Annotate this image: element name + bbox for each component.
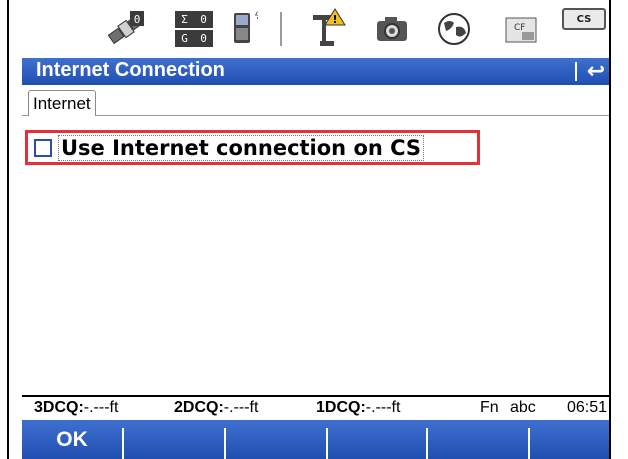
quality-info-bar: 3DCQ:-.---ft 2DCQ:-.---ft 1DCQ:-.---ft F… — [22, 395, 609, 420]
2d-quality-label: 2DCQ: — [174, 399, 224, 416]
glonass-row: G 0 — [175, 30, 213, 47]
sigma-row: Σ 0 — [175, 11, 213, 28]
right-border — [609, 0, 611, 459]
sigma-symbol: Σ — [181, 13, 188, 26]
softkey-bar: OK — [22, 420, 609, 459]
3d-quality-value: -.---ft — [83, 399, 119, 416]
2d-quality-value: -.---ft — [223, 399, 259, 416]
1d-quality-label: 1DCQ: — [316, 399, 366, 416]
1d-quality: 1DCQ:-.---ft — [316, 399, 400, 417]
tab-bar: Internet — [22, 85, 609, 116]
softkey-2[interactable] — [124, 420, 224, 459]
fn-indicator: Fn — [480, 399, 499, 416]
softkey-4[interactable] — [328, 420, 428, 459]
softkey-5[interactable] — [428, 420, 528, 459]
softkey-3[interactable] — [226, 420, 326, 459]
globe-icon[interactable] — [434, 6, 474, 52]
use-internet-checkbox[interactable] — [34, 138, 52, 157]
3d-quality-label: 3DCQ: — [34, 399, 84, 416]
cs-connection-icon[interactable]: CS — [562, 8, 606, 30]
back-arrow-icon[interactable]: ↩ — [584, 58, 608, 85]
camera-icon[interactable] — [372, 6, 412, 52]
sigma-count: 0 — [200, 13, 207, 26]
svg-text:!: ! — [332, 13, 337, 26]
use-internet-option[interactable]: Use Internet connection on CS — [25, 130, 480, 165]
left-border — [7, 0, 9, 459]
2d-quality: 2DCQ:-.---ft — [174, 399, 258, 417]
device-icon[interactable]: ϟ — [228, 6, 258, 52]
cf-card-icon[interactable]: CF — [502, 6, 542, 52]
tab-internet[interactable]: Internet — [28, 90, 96, 116]
use-internet-label[interactable]: Use Internet connection on CS — [58, 134, 425, 161]
3d-quality: 3DCQ:-.---ft — [34, 399, 118, 417]
title-divider — [575, 62, 577, 81]
satellite-icon[interactable]: 0 — [104, 6, 148, 52]
1d-quality-value: -.---ft — [365, 399, 401, 416]
antenna-warning-icon[interactable]: ! — [307, 6, 347, 52]
ok-button[interactable]: OK — [22, 420, 122, 459]
content-area: Use Internet connection on CS — [22, 116, 609, 395]
page-title: Internet Connection — [36, 59, 225, 81]
input-mode-indicator: abc — [510, 399, 536, 416]
clock: 06:51 — [567, 399, 608, 416]
device-frame: 0 Σ 0 G 0 ϟ — [0, 0, 628, 459]
title-bar: Internet Connection ↩ — [22, 58, 609, 85]
screen: 0 Σ 0 G 0 ϟ — [22, 0, 609, 459]
svg-text:ϟ: ϟ — [254, 11, 258, 22]
status-divider — [280, 12, 282, 46]
glonass-symbol: G — [181, 32, 188, 45]
softkey-6[interactable] — [530, 420, 609, 459]
status-bar: 0 Σ 0 G 0 ϟ — [22, 0, 609, 58]
cf-label: CF — [514, 23, 525, 33]
sigma-counter-icon[interactable]: Σ 0 G 0 — [172, 6, 216, 52]
svg-text:0: 0 — [134, 13, 141, 26]
glonass-count: 0 — [200, 32, 207, 45]
